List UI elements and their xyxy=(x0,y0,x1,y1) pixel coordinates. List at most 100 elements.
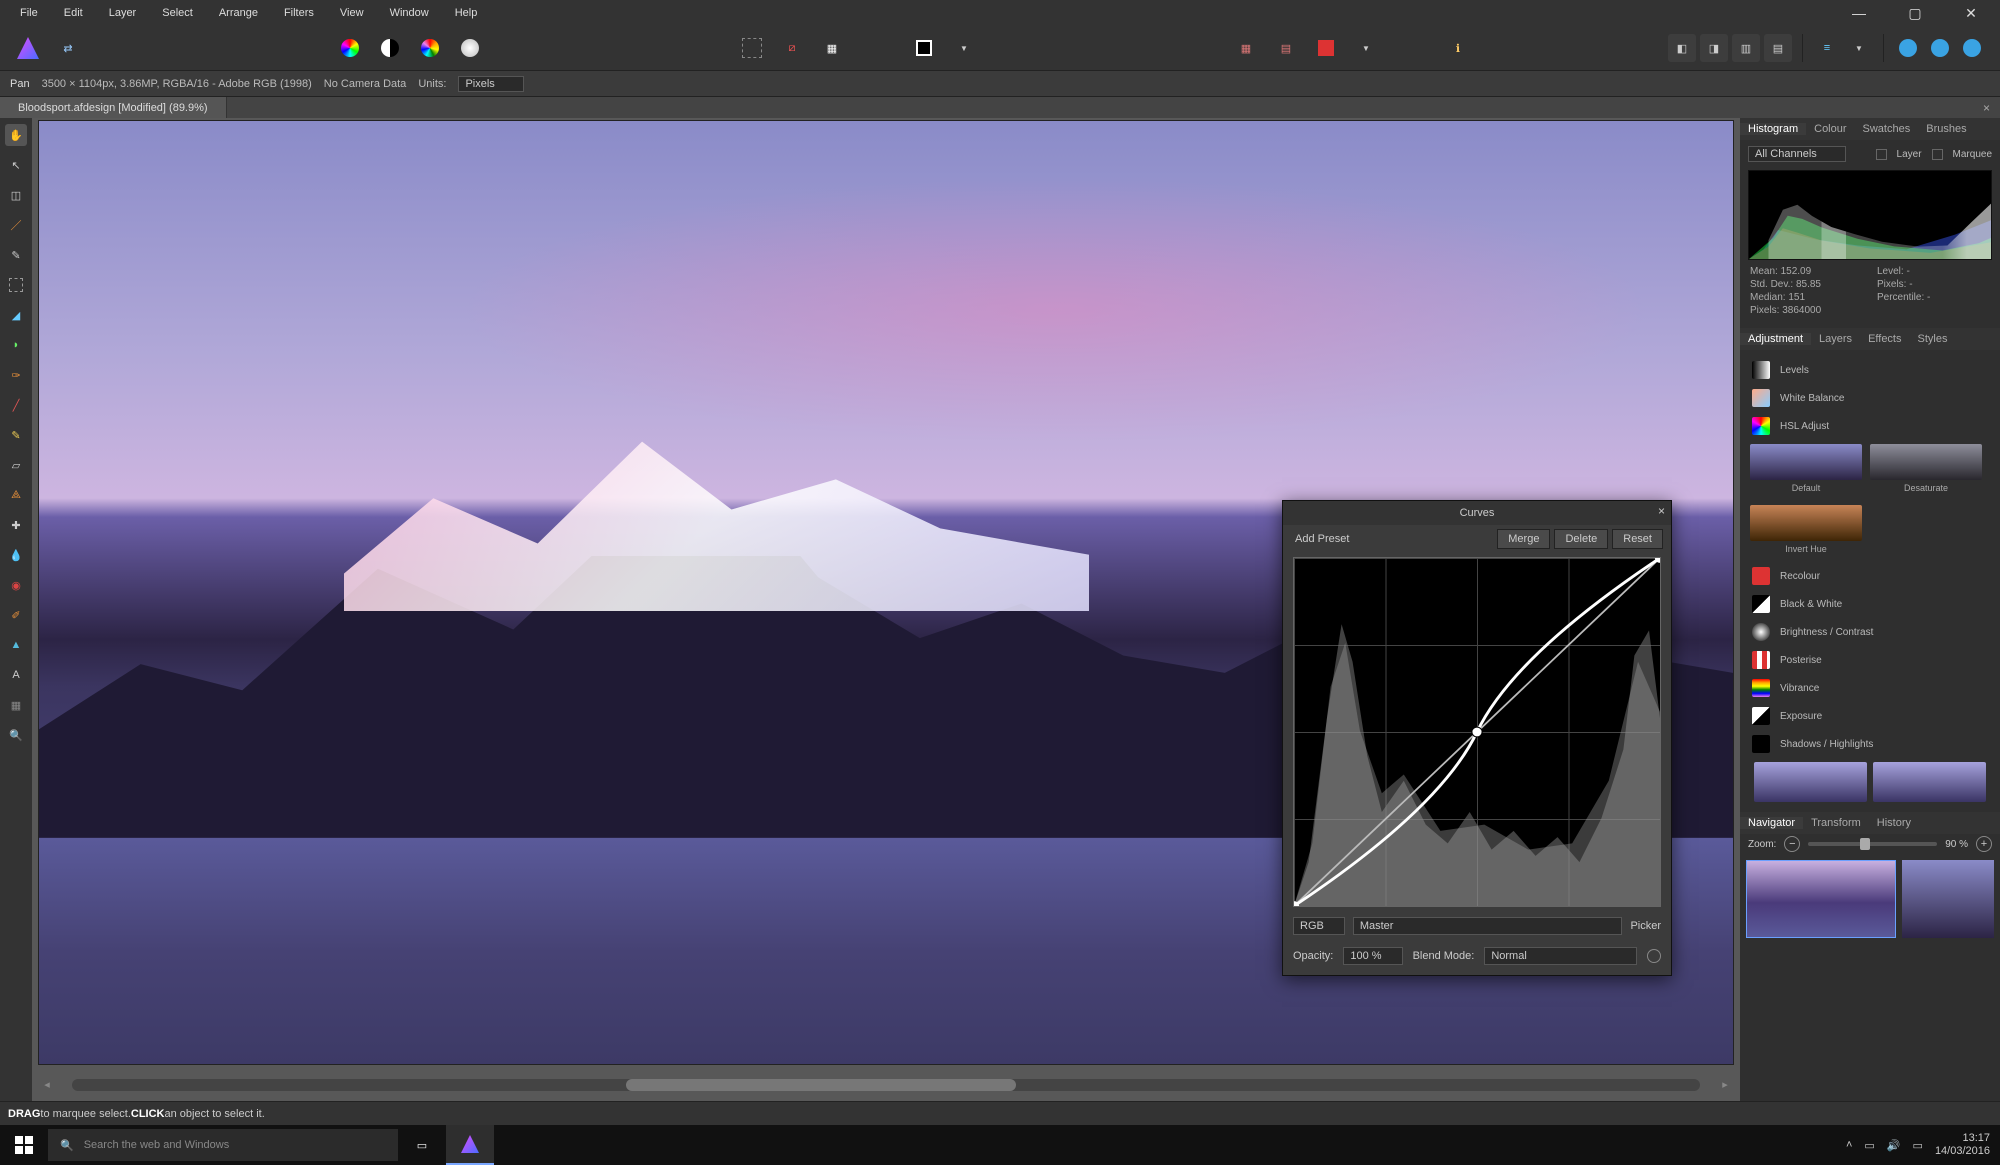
grid-icon[interactable]: ▦ xyxy=(1232,34,1260,62)
hue-icon[interactable] xyxy=(416,34,444,62)
adj-exposure[interactable]: Exposure xyxy=(1748,702,1992,730)
adj-shadows[interactable]: Shadows / Highlights xyxy=(1748,730,1992,758)
clone-tool-icon[interactable]: ⟁ xyxy=(5,484,27,506)
tab-close-icon[interactable]: × xyxy=(1973,101,2000,115)
blur-tool-icon[interactable]: 💧 xyxy=(5,544,27,566)
curves-reset-button[interactable]: Reset xyxy=(1612,529,1663,549)
zoom-in-button[interactable]: + xyxy=(1976,836,1992,852)
adj-brightness[interactable]: Brightness / Contrast xyxy=(1748,618,1992,646)
adj-thumb-1[interactable] xyxy=(1754,762,1867,802)
curves-settings-icon[interactable] xyxy=(1647,949,1661,963)
curves-colorspace-select[interactable]: RGB xyxy=(1293,917,1345,935)
marquee-checkbox[interactable] xyxy=(1932,149,1943,160)
curves-close-icon[interactable]: × xyxy=(1658,504,1665,518)
tab-histogram[interactable]: Histogram xyxy=(1740,123,1806,135)
adj-hsl[interactable]: HSL Adjust xyxy=(1748,412,1992,440)
curves-picker-button[interactable]: Picker xyxy=(1630,920,1661,932)
menu-window[interactable]: Window xyxy=(390,7,429,19)
move-tool-icon[interactable]: ↖ xyxy=(5,154,27,176)
menu-select[interactable]: Select xyxy=(162,7,193,19)
window-minimize-icon[interactable]: — xyxy=(1850,4,1868,22)
tab-navigator[interactable]: Navigator xyxy=(1740,817,1803,829)
text-tool-icon[interactable]: A xyxy=(5,664,27,686)
align-icon[interactable]: ≡ xyxy=(1813,34,1841,62)
task-view-icon[interactable]: ▭ xyxy=(398,1125,446,1165)
units-select[interactable]: Pixels xyxy=(458,76,523,92)
arrange-4-icon[interactable]: ▤ xyxy=(1764,34,1792,62)
adj-whitebalance[interactable]: White Balance xyxy=(1748,384,1992,412)
softproof-icon[interactable] xyxy=(456,34,484,62)
tab-swatches[interactable]: Swatches xyxy=(1855,123,1919,135)
eraser-tool-icon[interactable]: ▱ xyxy=(5,454,27,476)
dropdown-icon[interactable]: ▼ xyxy=(950,34,978,62)
zoom-slider[interactable] xyxy=(1808,842,1937,846)
tab-history[interactable]: History xyxy=(1869,817,1919,829)
refine-select-icon[interactable]: ▦ xyxy=(818,34,846,62)
gradient-tool-icon[interactable]: ◗ xyxy=(5,334,27,356)
tray-network-icon[interactable]: ▭ xyxy=(1864,1139,1874,1152)
red-eye-tool-icon[interactable]: ◉ xyxy=(5,574,27,596)
mesh-tool-icon[interactable]: ▦ xyxy=(5,694,27,716)
arrange-2-icon[interactable]: ◨ xyxy=(1700,34,1728,62)
fill-tool-icon[interactable]: ◢ xyxy=(5,304,27,326)
taskbar-app-icon[interactable] xyxy=(446,1125,494,1165)
arrange-3-icon[interactable]: ▥ xyxy=(1732,34,1760,62)
colour-wheel-icon[interactable] xyxy=(336,34,364,62)
zoom-out-button[interactable]: − xyxy=(1784,836,1800,852)
menu-filters[interactable]: Filters xyxy=(284,7,314,19)
assistant-icon[interactable]: ℹ xyxy=(1444,34,1472,62)
curves-dialog[interactable]: Curves × Add Preset Merge Delete Reset R… xyxy=(1282,500,1672,976)
window-close-icon[interactable]: ✕ xyxy=(1962,4,1980,22)
preset-default[interactable]: Default xyxy=(1750,444,1862,493)
adj-thumb-2[interactable] xyxy=(1873,762,1986,802)
arrange-1-icon[interactable]: ◧ xyxy=(1668,34,1696,62)
window-maximize-icon[interactable]: ▢ xyxy=(1906,4,1924,22)
snap-dropdown-icon[interactable]: ▼ xyxy=(1352,34,1380,62)
curves-graph[interactable] xyxy=(1293,557,1661,907)
menu-help[interactable]: Help xyxy=(455,7,478,19)
menu-layer[interactable]: Layer xyxy=(109,7,137,19)
taskbar-clock[interactable]: 13:17 14/03/2016 xyxy=(1935,1132,1990,1157)
adj-levels[interactable]: Levels xyxy=(1748,356,1992,384)
tab-brushes[interactable]: Brushes xyxy=(1918,123,1974,135)
quickmask-icon[interactable] xyxy=(910,34,938,62)
curves-add-preset-button[interactable]: Add Preset xyxy=(1295,530,1349,548)
adj-vibrance[interactable]: Vibrance xyxy=(1748,674,1992,702)
cancel-select-icon[interactable]: ⧄ xyxy=(778,34,806,62)
curves-opacity-select[interactable]: 100 % xyxy=(1343,947,1402,965)
adj-recolour[interactable]: Recolour xyxy=(1748,562,1992,590)
marquee-tool-icon[interactable] xyxy=(5,274,27,296)
globe3-icon[interactable] xyxy=(1958,34,1986,62)
crop-tool-icon[interactable]: ◫ xyxy=(5,184,27,206)
shape-tool-icon[interactable]: ▲ xyxy=(5,634,27,656)
share-icon[interactable]: ⇄ xyxy=(54,34,82,62)
layer-checkbox[interactable] xyxy=(1876,149,1887,160)
menu-arrange[interactable]: Arrange xyxy=(219,7,258,19)
tray-volume-icon[interactable]: 🔊 xyxy=(1887,1139,1901,1152)
curves-channel-select[interactable]: Master xyxy=(1353,917,1623,935)
horizontal-scrollbar[interactable] xyxy=(72,1079,1700,1091)
globe2-icon[interactable] xyxy=(1926,34,1954,62)
scroll-left-icon[interactable]: ◂ xyxy=(40,1077,54,1091)
paintbrush-tool-icon[interactable]: ╱ xyxy=(5,394,27,416)
grid2-icon[interactable]: ▤ xyxy=(1272,34,1300,62)
pan-tool-icon[interactable]: ✋ xyxy=(5,124,27,146)
greyscale-icon[interactable] xyxy=(376,34,404,62)
snap-icon[interactable] xyxy=(1312,34,1340,62)
zoom-tool-icon[interactable]: 🔍 xyxy=(5,724,27,746)
start-button[interactable] xyxy=(0,1136,48,1154)
adj-posterise[interactable]: Posterise xyxy=(1748,646,1992,674)
navigator-thumbnail[interactable] xyxy=(1746,860,1896,938)
tab-layers[interactable]: Layers xyxy=(1811,333,1860,345)
texture-tool-icon[interactable]: ✐ xyxy=(5,604,27,626)
preset-inverthue[interactable]: Invert Hue xyxy=(1750,505,1862,554)
marquee-icon[interactable] xyxy=(738,34,766,62)
pen-tool-icon[interactable]: ✑ xyxy=(5,364,27,386)
app-logo-icon[interactable] xyxy=(14,34,42,62)
curves-blend-select[interactable]: Normal xyxy=(1484,947,1637,965)
brush-tool-icon[interactable]: ／ xyxy=(5,214,27,236)
tab-colour[interactable]: Colour xyxy=(1806,123,1854,135)
align-dropdown-icon[interactable]: ▼ xyxy=(1845,34,1873,62)
tab-adjustment[interactable]: Adjustment xyxy=(1740,333,1811,345)
preset-desaturate[interactable]: Desaturate xyxy=(1870,444,1982,493)
